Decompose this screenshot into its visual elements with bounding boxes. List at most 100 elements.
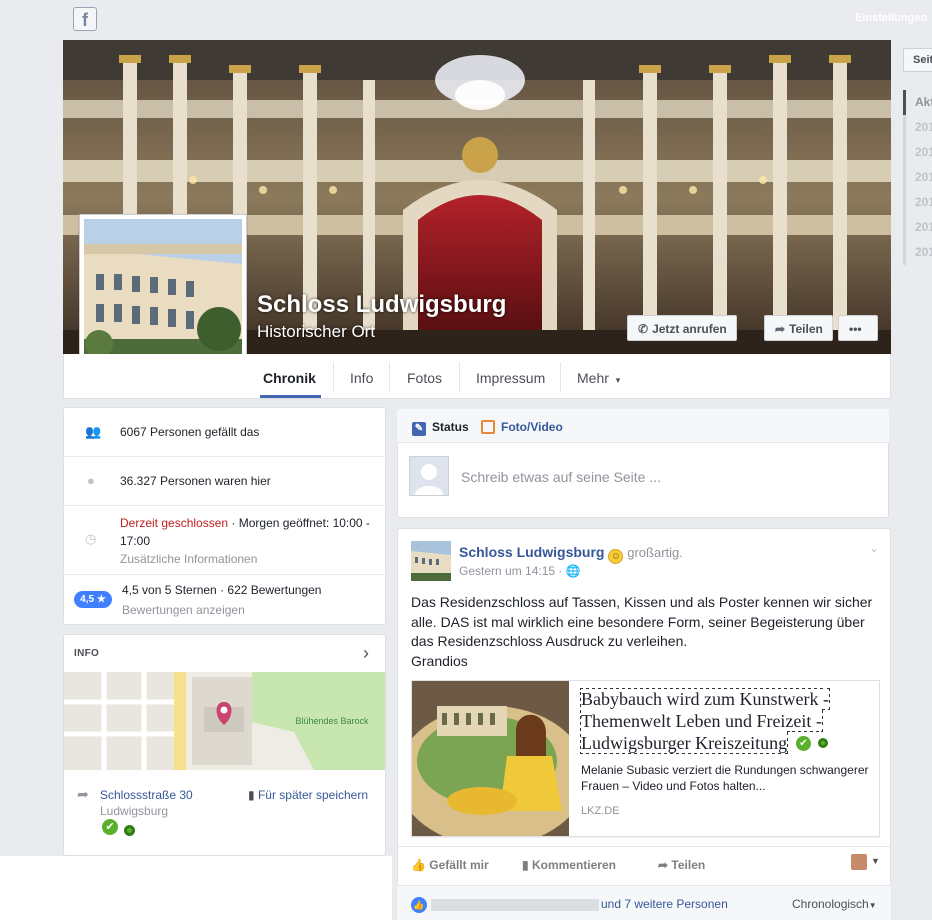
thumbs-up-icon: 👍 [411, 858, 426, 872]
clock-icon: ◷ [85, 531, 97, 546]
share-post-button[interactable]: ➦ Teilen [658, 858, 705, 872]
year-nav-item[interactable]: 201 [903, 115, 932, 140]
composer-tabs [397, 409, 889, 443]
page-options-button[interactable]: Seit [903, 48, 932, 72]
link-preview-image[interactable] [412, 681, 569, 836]
year-nav-item[interactable]: 201 [903, 165, 932, 190]
composer-status-label: Status [432, 420, 469, 434]
map-park-label: Blühendes Barock [295, 716, 369, 726]
directions-arrow-icon: ➦ [77, 786, 89, 802]
tab-mehr-label: Mehr [577, 370, 609, 386]
share-arrow-icon: ➦ [658, 858, 669, 872]
page-category: Historischer Ort [257, 322, 376, 341]
call-now-label: Jetzt anrufen [652, 322, 727, 336]
post-author-avatar[interactable] [411, 541, 451, 581]
pencil-icon: ✎ [412, 422, 426, 436]
comment-label: Kommentieren [531, 858, 616, 872]
like-button[interactable]: 👍 Gefällt mir [411, 858, 489, 872]
composer-photo-label: Foto/Video [501, 420, 563, 434]
link-domain: LKZ.DE [581, 805, 620, 817]
likes-row[interactable]: 👥 6067 Personen gefällt das [63, 408, 386, 457]
checkins-row[interactable]: ● 36.327 Personen waren hier [63, 457, 386, 506]
commenter-avatar[interactable] [851, 854, 867, 870]
dropdown-arrow-icon: ▾ [615, 375, 621, 385]
opening-hours: Derzeit geschlossen · Morgen geöffnet: 1… [120, 514, 370, 568]
comment-order-label: Chronologisch [792, 897, 869, 911]
timeline-year-nav: Akt 201 201 201 201 201 201 [903, 90, 932, 265]
tab-divider [333, 362, 334, 392]
checkins-count: 36.327 Personen waren hier [120, 474, 271, 488]
post-time: Gestern um 14:15 · [459, 564, 563, 578]
share-page-button[interactable]: ➦ Teilen [764, 315, 833, 341]
post-header: Schloss Ludwigsburg ☺ großartig. [459, 544, 683, 564]
status-dot-icon [124, 825, 135, 836]
tab-divider [560, 362, 561, 392]
city-address: Ludwigsburg [100, 804, 169, 818]
composer-input[interactable]: Schreib etwas auf seine Seite ... [461, 469, 661, 485]
like-reaction-icon: 👍 [411, 897, 427, 913]
post-options-chevron-icon[interactable]: ⌄ [869, 541, 879, 555]
hours-row[interactable]: ◷ Derzeit geschlossen · Morgen geöffnet:… [63, 506, 386, 575]
info-title: INFO [74, 648, 100, 659]
share-page-label: Teilen [789, 322, 823, 336]
tab-divider [389, 362, 390, 392]
settings-link[interactable]: Einstellungen [855, 12, 927, 24]
comment-bubble-icon: ▮ [522, 858, 529, 872]
comment-order-select[interactable]: Chronologisch▼ [792, 897, 877, 911]
year-nav-item[interactable]: Akt [903, 90, 932, 115]
rating-badge: 4,5 ★ [74, 591, 112, 608]
closed-status: Derzeit geschlossen [120, 516, 229, 530]
post-text-line: das Residenzschloss Ausdruck zu verleihe… [411, 633, 688, 649]
location-map[interactable]: Blühendes Barock [64, 672, 385, 770]
street-address[interactable]: Schlossstraße 30 [100, 788, 193, 802]
chevron-down-icon[interactable]: ▼ [871, 856, 880, 866]
reviews-link[interactable]: Bewertungen anzeigen [122, 603, 245, 617]
status-dot-icon [818, 738, 828, 748]
blank-area [0, 856, 392, 920]
facebook-logo-icon[interactable]: f [73, 7, 97, 31]
like-label: Gefällt mir [429, 858, 489, 872]
user-avatar-placeholder [409, 456, 449, 496]
post-timestamp[interactable]: Gestern um 14:15 · 🌐 [459, 564, 581, 578]
people-icon: 👥 [85, 424, 102, 439]
more-info-link[interactable]: Zusätzliche Informationen [120, 552, 257, 566]
top-bar: f Einstellungen [0, 0, 932, 38]
share-arrow-icon: ➦ [775, 322, 786, 336]
more-options-button[interactable]: ••• [838, 315, 878, 341]
year-nav-item[interactable]: 201 [903, 190, 932, 215]
smiley-feeling-icon: ☺ [608, 549, 624, 564]
post-divider [398, 846, 890, 847]
composer-photo-tab[interactable]: Foto/Video [481, 420, 563, 434]
dropdown-arrow-icon: ▼ [868, 901, 877, 910]
blurred-names [431, 899, 599, 911]
verified-check-icon: ✔ [796, 736, 811, 751]
link-description: Melanie Subasic verziert die Rundungen s… [581, 763, 869, 793]
chevron-right-icon[interactable]: › [363, 643, 369, 664]
likes-others-link[interactable]: und 7 weitere Personen [601, 897, 728, 911]
share-post-label: Teilen [671, 858, 706, 872]
phone-icon: ✆ [638, 322, 649, 336]
globe-icon: 🌐 [565, 564, 581, 578]
location-pin-icon: ● [87, 473, 95, 488]
year-nav-item[interactable]: 201 [903, 240, 932, 265]
tab-info[interactable]: Info [350, 370, 373, 386]
comment-button[interactable]: ▮ Kommentieren [522, 858, 616, 872]
post-text-line: alle. DAS ist mal wirklich eine besonder… [411, 613, 865, 630]
year-nav-item[interactable]: 201 [903, 215, 932, 240]
tab-chronik[interactable]: Chronik [263, 370, 316, 386]
tab-impressum[interactable]: Impressum [476, 370, 545, 386]
save-for-later-button[interactable]: ▮ Für später speichern [248, 788, 368, 802]
post-author-name[interactable]: Schloss Ludwigsburg [459, 544, 604, 560]
photo-icon [481, 420, 495, 434]
tab-mehr[interactable]: Mehr ▾ [577, 370, 620, 386]
post-text-line: Das Residenzschloss auf Tassen, Kissen u… [411, 594, 873, 610]
composer-status-tab[interactable]: ✎ Status [412, 420, 469, 436]
hours-line2: 17:00 [120, 534, 151, 548]
tab-fotos[interactable]: Fotos [407, 370, 442, 386]
post-body: Das Residenzschloss auf Tassen, Kissen u… [411, 593, 881, 671]
likes-count: 6067 Personen gefällt das [120, 425, 260, 439]
call-now-button[interactable]: ✆ Jetzt anrufen [627, 315, 737, 341]
verified-check-icon: ✔ [102, 819, 118, 835]
year-nav-item[interactable]: 201 [903, 140, 932, 165]
bookmark-icon: ▮ [248, 788, 255, 802]
